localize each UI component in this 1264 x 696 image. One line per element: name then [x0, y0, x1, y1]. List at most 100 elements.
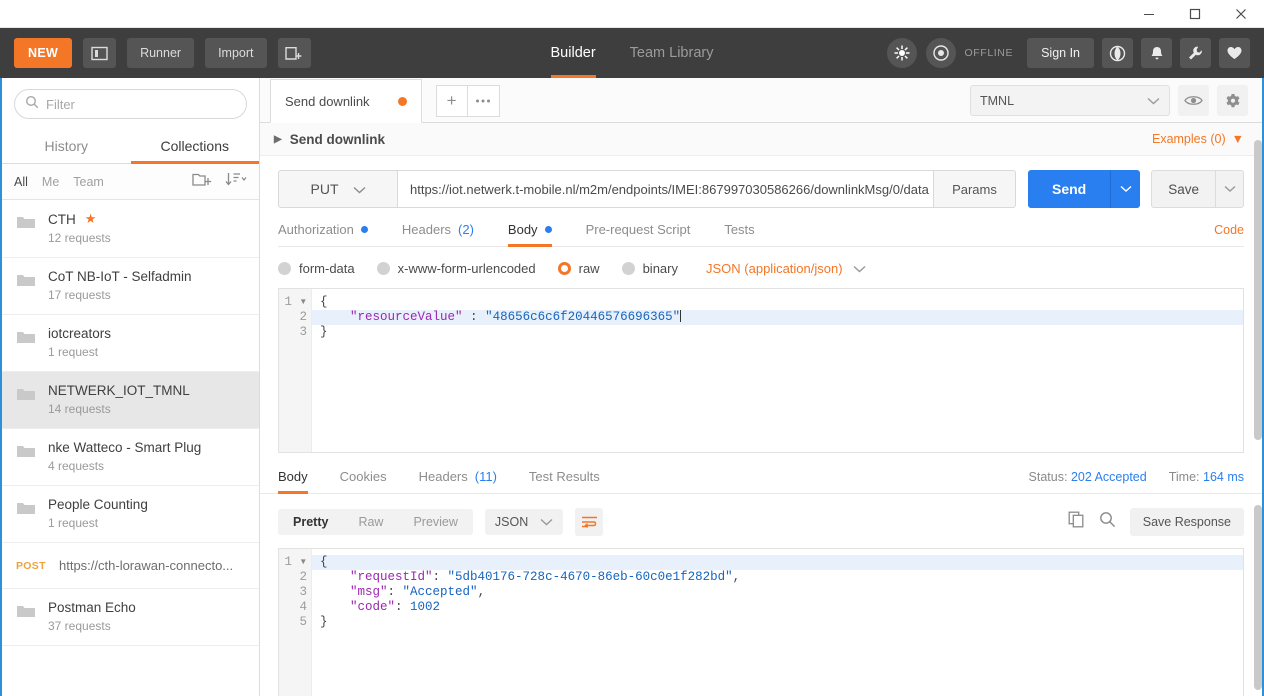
line-number: 1 ▾	[284, 555, 307, 569]
star-icon[interactable]: ★	[85, 211, 97, 227]
copy-icon[interactable]	[1068, 511, 1085, 533]
tab-team-library[interactable]: Team Library	[630, 28, 714, 78]
sort-icon[interactable]	[225, 171, 247, 192]
environment-select[interactable]: TMNL	[970, 85, 1170, 116]
sidebar-tab-collections[interactable]: Collections	[130, 129, 260, 164]
globe-icon[interactable]	[1102, 38, 1133, 68]
send-options-chevron-down-icon[interactable]	[1110, 170, 1140, 208]
list-item[interactable]: CoT NB-IoT - Selfadmin 17 requests	[2, 258, 259, 315]
list-item[interactable]: Postman Echo 37 requests	[2, 589, 259, 646]
scope-me[interactable]: Me	[42, 175, 59, 189]
save-response-button[interactable]: Save Response	[1129, 508, 1244, 536]
url-input[interactable]: https://iot.netwerk.t-mobile.nl/m2m/endp…	[398, 170, 934, 208]
response-tab-body[interactable]: Body	[278, 469, 308, 494]
collection-request-count: 12 requests	[48, 231, 111, 245]
response-body-code[interactable]: { "requestId": "5db40176-728c-4670-86eb-…	[312, 549, 1243, 696]
sidebar-toggle-icon[interactable]	[83, 38, 117, 68]
new-folder-icon[interactable]	[192, 171, 212, 192]
response-format-select[interactable]: JSON	[484, 509, 564, 535]
code-link[interactable]: Code	[1214, 223, 1244, 246]
url-row: PUT https://iot.netwerk.t-mobile.nl/m2m/…	[278, 170, 1244, 208]
tab-body[interactable]: Body	[507, 222, 552, 247]
chevron-down-icon	[1147, 94, 1160, 108]
settings-wrench-icon[interactable]	[1180, 38, 1211, 68]
collection-name: People Counting	[48, 497, 148, 512]
body-type-form-data[interactable]: form-data	[278, 261, 355, 276]
import-button[interactable]: Import	[205, 38, 267, 68]
view-mode-preview[interactable]: Preview	[398, 509, 472, 535]
notifications-bell-icon[interactable]	[1141, 38, 1172, 68]
http-method-select[interactable]: PUT	[278, 170, 398, 208]
body-type-binary[interactable]: binary	[621, 261, 678, 276]
examples-dropdown[interactable]: Examples (0) ▼	[1152, 132, 1244, 146]
chevron-right-icon: ▶	[274, 133, 282, 145]
raw-format-select[interactable]: JSON (application/json)	[706, 261, 866, 276]
response-body-editor[interactable]: 1 ▾ 2 3 4 5 { "requestId": "5db40176-728c-46…	[278, 548, 1244, 696]
new-window-icon[interactable]	[277, 38, 311, 68]
list-item[interactable]: nke Watteco - Smart Plug 4 requests	[2, 429, 259, 486]
body-type-raw[interactable]: raw	[557, 261, 600, 276]
collection-name: CoT NB-IoT - Selfadmin	[48, 269, 192, 284]
breadcrumb[interactable]: ▶ Send downlink	[274, 132, 385, 147]
page-scrollbar-lower[interactable]	[1254, 505, 1262, 690]
manage-environments-gear-icon[interactable]	[1217, 85, 1248, 116]
request-body-editor[interactable]: 1 ▾ 2 3 { "resourceValue" : "48656c6c6f204…	[278, 288, 1244, 453]
maximize-icon[interactable]	[1172, 0, 1218, 27]
tab-authorization[interactable]: Authorization	[278, 222, 368, 246]
view-mode-raw[interactable]: Raw	[343, 509, 398, 535]
code-line: {	[320, 295, 328, 309]
tab-tests[interactable]: Tests	[724, 222, 754, 246]
tab-headers[interactable]: Headers (2)	[402, 222, 474, 246]
radio-icon	[278, 262, 291, 275]
response-tab-headers-label: Headers	[418, 469, 468, 484]
request-workspace: Send downlink + TMNL ▶ Send downlink Exa…	[260, 78, 1264, 696]
response-tab-test-results[interactable]: Test Results	[529, 469, 600, 493]
tab-options-button[interactable]	[467, 85, 500, 117]
view-mode-pretty[interactable]: Pretty	[278, 509, 344, 535]
response-tab-headers[interactable]: Headers (11)	[419, 469, 497, 493]
response-meta: Status: 202 Accepted Time: 164 ms	[1029, 470, 1244, 493]
search-input[interactable]	[46, 96, 236, 112]
runner-button[interactable]: Runner	[127, 38, 195, 68]
sign-in-button[interactable]: Sign In	[1027, 38, 1094, 68]
interceptor-icon[interactable]	[886, 38, 917, 68]
new-button[interactable]: NEW	[14, 38, 73, 68]
params-button[interactable]: Params	[933, 170, 1016, 208]
list-item-selected[interactable]: NETWERK_IOT_TMNL 14 requests	[2, 372, 259, 429]
request-body-code[interactable]: { "resourceValue" : "48656c6c6f204465766…	[312, 289, 1243, 452]
list-item[interactable]: People Counting 1 request	[2, 486, 259, 543]
page-scrollbar-upper[interactable]	[1254, 140, 1262, 440]
search-box[interactable]	[14, 89, 247, 119]
close-icon[interactable]	[1218, 0, 1264, 27]
list-item[interactable]: CTH ★ 12 requests	[2, 200, 259, 258]
scope-team[interactable]: Team	[73, 175, 104, 189]
quick-look-eye-icon[interactable]	[1178, 85, 1209, 116]
save-options-chevron-down-icon[interactable]	[1215, 171, 1243, 207]
send-button[interactable]: Send	[1027, 170, 1141, 208]
scope-all[interactable]: All	[14, 175, 28, 189]
collection-request-count: 4 requests	[48, 459, 105, 473]
response-format-label: JSON	[494, 515, 529, 529]
environment-selected-label: TMNL	[980, 93, 1015, 108]
chevron-down-icon	[540, 515, 553, 529]
sidebar-tab-history[interactable]: History	[2, 129, 131, 163]
body-type-urlencoded-label: x-www-form-urlencoded	[397, 261, 536, 276]
search-icon[interactable]	[1099, 511, 1116, 533]
sync-status-icon[interactable]	[925, 38, 956, 68]
topnav-right-group: OFFLINE Sign In	[878, 38, 1250, 68]
new-tab-button[interactable]: +	[435, 85, 468, 117]
response-tab-cookies[interactable]: Cookies	[340, 469, 387, 493]
heart-icon[interactable]	[1219, 38, 1250, 68]
request-editor-gutter: 1 ▾ 2 3	[279, 289, 312, 452]
list-item-request[interactable]: POST https://cth-lorawan-connecto...	[2, 543, 259, 589]
tab-pre-request-script[interactable]: Pre-request Script	[586, 222, 691, 246]
word-wrap-icon[interactable]	[575, 508, 604, 536]
request-tab-send-downlink[interactable]: Send downlink	[270, 79, 422, 123]
tab-builder[interactable]: Builder	[550, 28, 596, 78]
minimize-icon[interactable]	[1126, 0, 1172, 27]
list-item[interactable]: iotcreators 1 request	[2, 315, 259, 372]
collection-request-count: 37 requests	[48, 619, 111, 633]
save-button[interactable]: Save	[1151, 170, 1244, 208]
sidebar-filter-wrap	[2, 78, 259, 129]
body-type-urlencoded[interactable]: x-www-form-urlencoded	[376, 261, 536, 276]
